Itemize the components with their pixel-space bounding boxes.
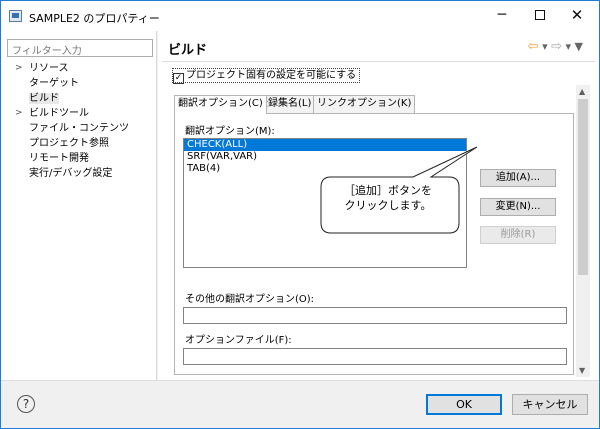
delete-button: 削除(R) [480,226,556,244]
forward-dropdown-icon[interactable]: ▾ [566,40,572,53]
sidebar-item-project-references[interactable]: プロジェクト参照 [7,136,129,151]
title-divider [162,61,595,62]
sidebar-item-build-tools[interactable]: > ビルドツール [7,106,129,121]
sidebar-item-label: ビルドツール [29,108,89,119]
callout-line-1: ［追加］ボタンを [344,184,432,197]
ok-button[interactable]: OK [426,394,502,415]
sidebar-item-remote-development[interactable]: リモート開発 [7,151,129,166]
maximize-icon [535,10,545,20]
scrollbar-thumb[interactable] [578,99,588,275]
tab-link-options[interactable]: リンクオプション(K) [313,95,416,113]
sidebar-item-label: ビルド [29,93,59,104]
minimize-button[interactable]: ─ [492,8,512,24]
tab-translation-options[interactable]: 翻訳オプション(C) [174,95,267,114]
translation-options-label: 翻訳オプション(M): [185,126,275,137]
sidebar-item-label: ターゲット [29,78,79,89]
scroll-up-icon[interactable]: ▲ [579,87,585,96]
enable-project-settings-label: プロジェクト固有の設定を可能にする [186,70,357,81]
list-item[interactable]: TAB(4) [184,163,466,175]
back-dropdown-icon[interactable]: ▾ [542,40,548,53]
sidebar-item-label: リソース [29,63,69,74]
maximize-button[interactable] [530,8,550,24]
history-nav: ⇦ ▾ ⇨ ▾ ▼ [528,39,583,54]
sidebar-item-file-contents[interactable]: ファイル・コンテンツ [7,121,129,136]
checkbox-checked-icon[interactable]: ✓ [173,73,184,84]
enable-project-settings-checkbox[interactable]: ✓ プロジェクト固有の設定を可能にする [172,68,361,84]
title-bar: SAMPLE2 のプロパティー ─ ✕ [1,1,599,31]
sidebar-item-run-debug-settings[interactable]: 実行/デバッグ設定 [7,166,129,181]
button-bar: ? OK キャンセル [1,380,599,428]
window-title: SAMPLE2 のプロパティー [29,12,160,25]
back-arrow-icon[interactable]: ⇦ [528,39,539,54]
filter-input[interactable]: フィルター入力 [7,39,153,57]
add-button[interactable]: 追加(A)... [480,169,556,187]
sidebar-tree: > リソース ターゲット ビルド > ビルドツール ファイル・コンテンツ プロジ… [7,61,129,181]
sidebar-item-label: プロジェクト参照 [29,138,109,149]
sidebar-item-label: リモート開発 [29,153,89,164]
page-title: ビルド [168,43,208,58]
change-button[interactable]: 変更(N)... [480,198,556,216]
cancel-button[interactable]: キャンセル [512,394,588,415]
option-file-label: オプションファイル(F): [185,335,292,346]
list-item[interactable]: CHECK(ALL) [184,139,466,151]
callout-line-2: クリックします。 [344,199,432,212]
sidebar: フィルター入力 > リソース ターゲット ビルド > ビルドツール ファイル・コ… [1,31,157,380]
option-file-input[interactable] [183,348,567,365]
scroll-down-icon[interactable]: ▼ [579,366,585,375]
view-menu-icon[interactable]: ▼ [575,40,583,53]
other-options-input[interactable] [183,307,567,324]
vertical-scrollbar[interactable]: ▲ ▼ [576,85,590,377]
sidebar-item-target[interactable]: ターゲット [7,76,129,91]
sidebar-item-label: 実行/デバッグ設定 [29,168,113,179]
sidebar-item-resources[interactable]: > リソース [7,61,129,76]
close-button[interactable]: ✕ [567,8,587,24]
chevron-right-icon[interactable]: > [15,61,23,76]
chevron-right-icon[interactable]: > [15,106,23,121]
help-icon[interactable]: ? [17,395,35,413]
forward-arrow-icon[interactable]: ⇨ [551,39,562,54]
callout-text: ［追加］ボタンを クリックします。 [323,183,453,213]
sidebar-item-build[interactable]: ビルド [7,91,129,106]
list-item[interactable]: SRF(VAR,VAR) [184,151,466,163]
properties-dialog: SAMPLE2 のプロパティー ─ ✕ フィルター入力 > リソース ターゲット… [0,0,600,429]
other-options-label: その他の翻訳オプション(O): [185,294,315,305]
sidebar-item-label: ファイル・コンテンツ [29,123,129,134]
app-icon [9,10,22,22]
translation-options-panel: 翻訳オプション(M): CHECK(ALL) SRF(VAR,VAR) TAB(… [174,113,574,375]
